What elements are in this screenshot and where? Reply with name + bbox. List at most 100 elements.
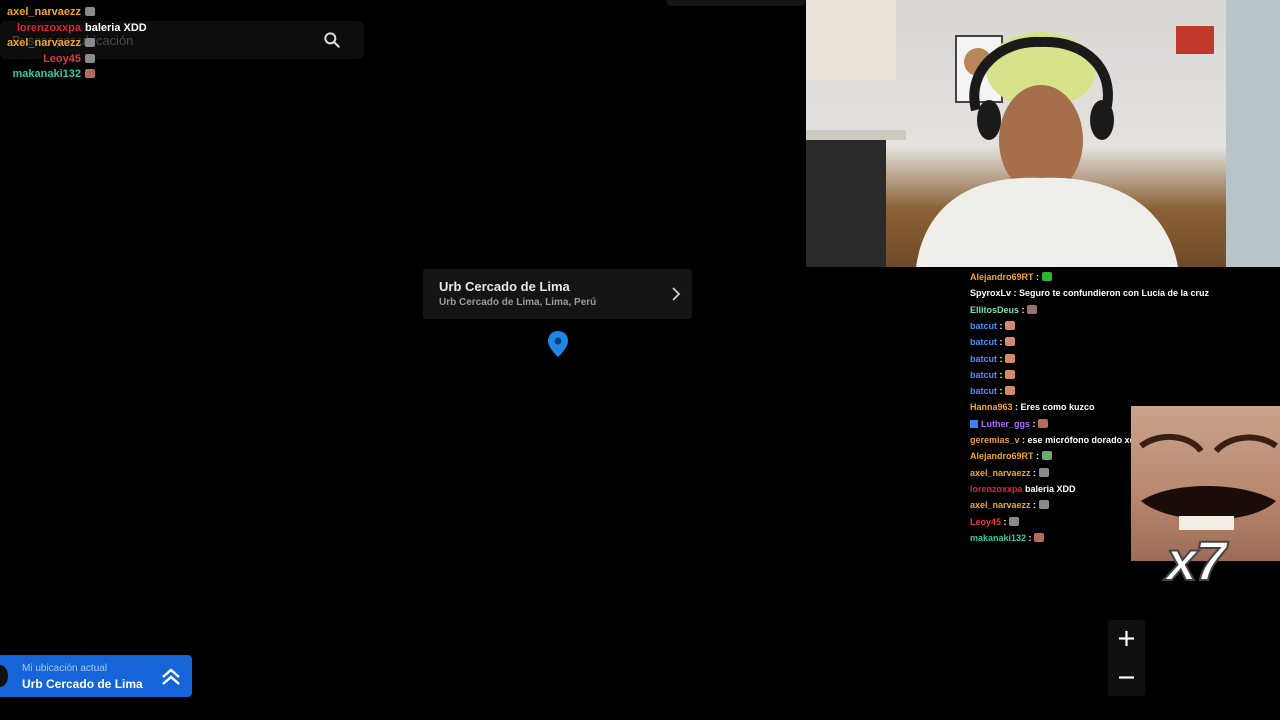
chat-username[interactable]: axel_narvaezz [0,37,81,49]
chat-message: Alejandro69RT : [970,272,1052,286]
chat-message: EllitosDeus : [970,304,1038,319]
current-location-value: Urb Cercado de Lima [22,677,143,691]
chat-colon: : [1019,304,1028,315]
chat-colon: : [1011,288,1020,299]
top-edge-panel [666,0,806,6]
chat-username[interactable]: EllitosDeus [970,305,1019,315]
chat-username[interactable]: axel_narvaezz [0,6,81,18]
chat-colon: : [997,337,1005,348]
chat-username[interactable]: Alejandro69RT [970,451,1034,461]
chat-message: makanaki132 [0,68,95,82]
chat-message: Alejandro69RT : [970,451,1052,465]
chat-emote-icon [1034,532,1045,542]
chat-message: SpyroxLv : Seguro te confundieron con Lu… [970,288,1209,302]
chat-colon: : [1026,532,1035,543]
chat-username[interactable]: axel_narvaezz [970,500,1031,510]
chat-colon: : [1033,451,1042,462]
chat-emote-icon [1038,500,1049,510]
chat-username[interactable]: Alejandro69RT [970,272,1034,282]
chat-username[interactable]: makanaki132 [0,68,82,80]
chat-username[interactable]: batcut [970,321,997,331]
emote-multiplier: x7 [1165,528,1227,593]
chat-text: Seguro te confundieron con Lucía de la c… [1019,288,1210,299]
chat-emote-icon [1005,386,1015,396]
chat-message: Hanna963 : Eres como kuzco [970,402,1095,416]
chat-colon: : [1019,435,1028,445]
chat-colon: : [997,386,1005,397]
chat-message: batcut : [970,386,1015,400]
chat-emote-icon [85,53,95,63]
chat-colon: : [997,320,1005,331]
chat-username[interactable]: Hanna963 [970,402,1013,412]
chat-message: batcut : [970,320,1015,335]
chat-emote-icon [1038,467,1049,477]
chat-text: baleria XDD [85,21,147,34]
chat-username[interactable]: batcut [970,354,997,364]
place-popup[interactable]: Urb Cercado de Lima Urb Cercado de Lima,… [423,269,692,319]
double-chevron-up-icon[interactable] [160,667,182,687]
chat-username[interactable]: Leoy45 [0,53,81,65]
chat-username[interactable]: batcut [970,370,997,380]
chat-username[interactable]: axel_narvaezz [970,468,1031,478]
chat-message: axel_narvaezz [0,6,95,20]
minus-icon [1119,676,1134,679]
chat-username[interactable]: SpyroxLv [970,288,1011,298]
chat-text: Eres como kuzco [1020,402,1095,413]
chat-emote-icon [1009,516,1020,526]
current-location-label: Mi ubicación actual [22,663,108,674]
search-icon[interactable] [322,30,342,50]
chat-emote-icon [1027,304,1038,314]
chevron-right-icon[interactable] [669,286,683,302]
chat-colon: : [1001,516,1010,527]
map-zoom-controls [1108,620,1145,696]
chat-message: axel_narvaezz : [970,500,1049,514]
chat-message: axel_narvaezz [0,37,95,51]
current-location-card[interactable]: Mi ubicación actual Urb Cercado de Lima [0,655,192,697]
chat-message: lorenzoxxpa baleria XDD [970,484,1076,498]
chat-message: Leoy45 : [970,516,1020,531]
place-subtitle: Urb Cercado de Lima, Lima, Perú [439,297,597,308]
chat-emote-icon [1041,451,1052,461]
map-pin-icon[interactable] [547,330,569,358]
place-title: Urb Cercado de Lima [439,279,570,294]
chat-colon: : [1030,467,1039,478]
chat-message: Leoy45 [0,53,95,67]
chat-username[interactable]: geremias_v [970,435,1020,445]
chat-text: baleria XDD [1025,483,1076,494]
chat-emote-icon [1005,337,1015,347]
chat-username[interactable]: batcut [970,337,997,347]
subscriber-badge-icon [970,419,978,428]
chat-emote-icon [1038,418,1049,428]
chat-colon: : [1012,402,1021,413]
plus-icon [1119,631,1134,646]
chat-username[interactable]: lorenzoxxpa [970,484,1023,494]
webcam-feed [806,0,1280,267]
zoom-out-button[interactable] [1108,659,1145,696]
chat-emote-icon [85,69,95,78]
webcam-scene-illustration [806,0,1280,267]
chat-colon: : [997,369,1005,380]
chat-username[interactable]: lorenzoxxpa [0,22,81,34]
chat-emote-icon [85,7,95,16]
chat-username[interactable]: Leoy45 [970,517,1001,527]
zoom-in-button[interactable] [1108,620,1145,657]
chat-message: geremias_v : ese micrófono dorado xd [970,435,1135,449]
chat-username[interactable]: makanaki132 [970,533,1026,543]
chat-username[interactable]: batcut [970,386,997,396]
chat-colon: : [1030,418,1039,429]
chat-message: makanaki132 : [970,532,1045,547]
chat-emote-icon [85,38,95,47]
chat-message: batcut : [970,369,1015,384]
chat-message: lorenzoxxpa baleria XDD [0,22,147,36]
chat-emote-icon [1041,272,1052,281]
chat-emote-icon [1005,369,1015,379]
chat-message: batcut : [970,337,1015,351]
chat-username[interactable]: Luther_ggs [981,419,1030,429]
chat-message: Luther_ggs : [970,418,1049,433]
chat-message: batcut : [970,353,1015,368]
chat-colon: : [1033,272,1042,282]
chat-text: ese micrófono dorado xd [1027,435,1136,445]
chat-colon: : [997,353,1005,364]
chat-emote-icon [1005,320,1015,330]
chat-message: axel_narvaezz : [970,467,1049,482]
